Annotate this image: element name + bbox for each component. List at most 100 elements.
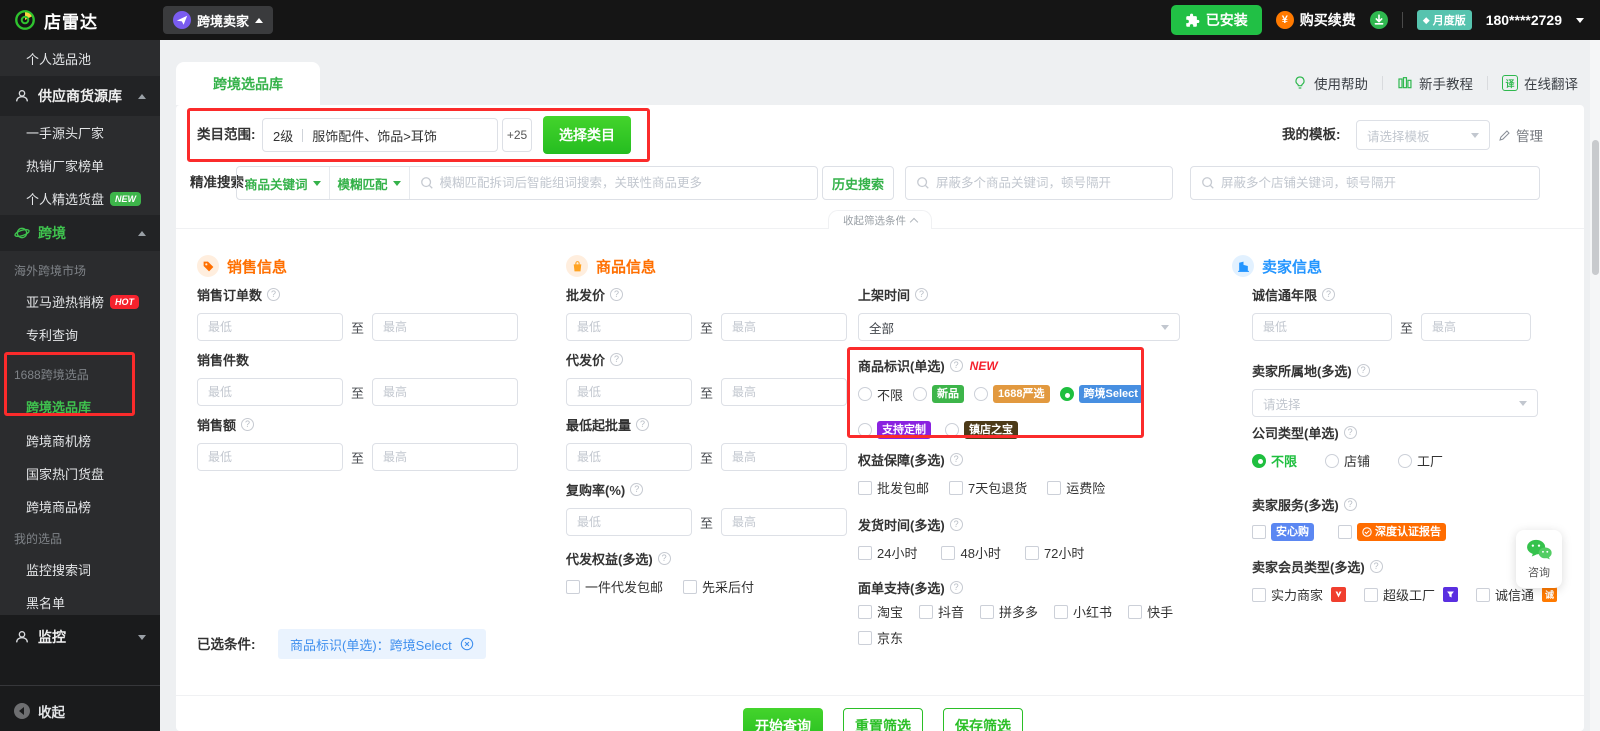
block-shop-keywords-input[interactable] bbox=[1221, 176, 1529, 190]
consult-float-button[interactable]: 咨询 bbox=[1516, 530, 1562, 588]
checkbox-24h[interactable]: 24小时 bbox=[858, 543, 917, 562]
close-icon[interactable] bbox=[460, 637, 474, 651]
installed-button[interactable]: 已安装 bbox=[1171, 5, 1262, 35]
min-input[interactable] bbox=[197, 313, 343, 341]
checkbox-one-piece-dropship[interactable]: 一件代发包邮 bbox=[566, 577, 663, 596]
checkbox-strength-merchant[interactable]: 实力商家 bbox=[1252, 585, 1346, 604]
help-icon[interactable] bbox=[241, 418, 254, 431]
sidebar-section-cross-border[interactable]: 跨境 bbox=[0, 215, 160, 251]
category-value-box[interactable]: 2级 服饰配件、饰品>耳饰 bbox=[262, 118, 498, 152]
history-search-button[interactable]: 历史搜索 bbox=[822, 166, 894, 200]
min-input[interactable] bbox=[1252, 313, 1392, 341]
tab-cross-border-library[interactable]: 跨境选品库 bbox=[176, 62, 320, 105]
max-input[interactable] bbox=[721, 508, 847, 536]
max-input[interactable] bbox=[372, 313, 518, 341]
collapse-filters-pill[interactable]: 收起筛选条件 bbox=[828, 210, 932, 229]
help-icon[interactable] bbox=[610, 353, 623, 366]
checkbox-7day-return[interactable]: 7天包退货 bbox=[949, 478, 1027, 497]
category-more-count[interactable]: +25 bbox=[502, 118, 532, 152]
radio-company-shop[interactable]: 店铺 bbox=[1325, 451, 1370, 470]
app-switcher-button[interactable]: 跨境卖家 bbox=[163, 6, 273, 34]
help-icon[interactable] bbox=[1322, 288, 1335, 301]
help-link[interactable]: 使用帮助 bbox=[1292, 73, 1368, 93]
help-icon[interactable] bbox=[610, 288, 623, 301]
download-icon[interactable] bbox=[1370, 11, 1388, 29]
manage-template-button[interactable]: 管理 bbox=[1498, 125, 1543, 145]
select-category-button[interactable]: 选择类目 bbox=[543, 116, 631, 154]
sidebar-item-monitor-keywords[interactable]: 监控搜索词 bbox=[0, 553, 160, 586]
tutorial-link[interactable]: 新手教程 bbox=[1397, 73, 1473, 93]
max-input[interactable] bbox=[372, 443, 518, 471]
help-icon[interactable] bbox=[1344, 426, 1357, 439]
min-input[interactable] bbox=[566, 443, 692, 471]
sidebar-collapse-button[interactable]: 收起 bbox=[0, 691, 160, 731]
match-type-dropdown[interactable]: 模糊匹配 bbox=[330, 167, 410, 199]
help-icon[interactable] bbox=[1357, 364, 1370, 377]
max-input[interactable] bbox=[721, 378, 847, 406]
checkbox-jd[interactable]: 京东 bbox=[858, 628, 903, 647]
help-icon[interactable] bbox=[630, 483, 643, 496]
checkbox-kuaishou[interactable]: 快手 bbox=[1128, 602, 1173, 621]
help-icon[interactable] bbox=[950, 453, 963, 466]
help-icon[interactable] bbox=[950, 581, 963, 594]
radio-tag-1688-strict[interactable]: 1688严选 bbox=[974, 385, 1049, 403]
help-icon[interactable] bbox=[1344, 498, 1357, 511]
help-icon[interactable] bbox=[1370, 560, 1383, 573]
checkbox-pinduoduo[interactable]: 拼多多 bbox=[980, 602, 1038, 621]
checkbox-super-factory[interactable]: 超级工厂 bbox=[1364, 585, 1458, 604]
radio-tag-new-product[interactable]: 新品 bbox=[913, 385, 964, 403]
help-icon[interactable] bbox=[950, 518, 963, 531]
sidebar-item-personal-selection[interactable]: 个人精选货盘 NEW bbox=[0, 182, 160, 215]
checkbox-shipping-insurance[interactable]: 运费险 bbox=[1047, 478, 1105, 497]
block-product-keywords-input[interactable] bbox=[936, 176, 1162, 190]
keyword-type-dropdown[interactable]: 商品关键词 bbox=[237, 167, 330, 199]
checkbox-buy-first-pay-later[interactable]: 先采后付 bbox=[683, 577, 754, 596]
help-icon[interactable] bbox=[658, 552, 671, 565]
listing-time-select[interactable]: 全部 bbox=[858, 313, 1180, 341]
radio-company-unlimited[interactable]: 不限 bbox=[1252, 451, 1297, 470]
help-icon[interactable] bbox=[267, 288, 280, 301]
checkbox-anxingou[interactable]: 安心购 bbox=[1252, 523, 1314, 541]
checkbox-taobao[interactable]: 淘宝 bbox=[858, 602, 903, 621]
sidebar-item-personal-pool[interactable]: 个人选品池 bbox=[0, 40, 160, 76]
help-icon[interactable] bbox=[915, 288, 928, 301]
search-input[interactable] bbox=[440, 176, 807, 190]
sidebar-item-first-hand-factory[interactable]: 一手源头厂家 bbox=[0, 116, 160, 149]
min-input[interactable] bbox=[197, 378, 343, 406]
chevron-down-icon[interactable] bbox=[1576, 18, 1584, 23]
radio-company-factory[interactable]: 工厂 bbox=[1398, 451, 1443, 470]
save-filters-button[interactable]: 保存筛选 bbox=[943, 708, 1023, 731]
checkbox-72h[interactable]: 72小时 bbox=[1025, 543, 1084, 562]
renew-button[interactable]: ¥ 购买续费 bbox=[1276, 10, 1356, 30]
max-input[interactable] bbox=[372, 378, 518, 406]
min-input[interactable] bbox=[566, 378, 692, 406]
radio-tag-store-treasure[interactable]: 镇店之宝 bbox=[945, 421, 1018, 439]
reset-filters-button[interactable]: 重置筛选 bbox=[843, 708, 923, 731]
sidebar-section-monitor[interactable]: 监控 bbox=[0, 615, 160, 659]
help-icon[interactable] bbox=[636, 418, 649, 431]
seller-location-select[interactable]: 请选择 bbox=[1252, 389, 1538, 417]
checkbox-deep-cert-report[interactable]: 深度认证报告 bbox=[1338, 523, 1446, 541]
sidebar-item-patent-search[interactable]: 专利查询 bbox=[0, 318, 160, 351]
sidebar-item-opportunity-rank[interactable]: 跨境商机榜 bbox=[0, 424, 160, 457]
min-input[interactable] bbox=[566, 508, 692, 536]
checkbox-xiaohongshu[interactable]: 小红书 bbox=[1054, 602, 1112, 621]
checkbox-48h[interactable]: 48小时 bbox=[941, 543, 1000, 562]
sidebar-section-supplier[interactable]: 供应商货源库 bbox=[0, 76, 160, 116]
help-icon[interactable] bbox=[950, 359, 963, 372]
scrollbar-thumb[interactable] bbox=[1592, 140, 1599, 275]
radio-tag-cross-border-select[interactable]: 跨境Select bbox=[1060, 385, 1143, 403]
checkbox-douyin[interactable]: 抖音 bbox=[919, 602, 964, 621]
min-input[interactable] bbox=[197, 443, 343, 471]
sidebar-item-hot-factory-rank[interactable]: 热销厂家榜单 bbox=[0, 149, 160, 182]
sidebar-item-product-rank[interactable]: 跨境商品榜 bbox=[0, 490, 160, 523]
template-select[interactable]: 请选择模板 bbox=[1356, 120, 1490, 150]
sidebar-item-amazon-hot-rank[interactable]: 亚马逊热销榜 HOT bbox=[0, 285, 160, 318]
min-input[interactable] bbox=[566, 313, 692, 341]
max-input[interactable] bbox=[721, 443, 847, 471]
sidebar-item-country-hot-goods[interactable]: 国家热门货盘 bbox=[0, 457, 160, 490]
translate-link[interactable]: 译 在线翻译 bbox=[1502, 73, 1578, 93]
checkbox-wholesale-free-shipping[interactable]: 批发包邮 bbox=[858, 478, 929, 497]
radio-tag-unlimited[interactable]: 不限 bbox=[858, 385, 903, 404]
max-input[interactable] bbox=[721, 313, 847, 341]
